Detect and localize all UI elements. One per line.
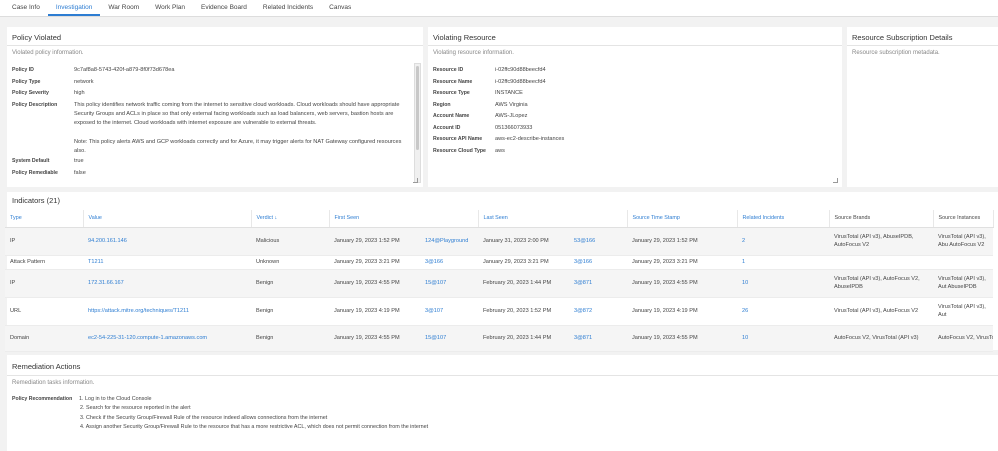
col-source-instances[interactable]: Source Instances <box>933 210 994 228</box>
col-last-seen[interactable]: Last Seen <box>478 210 628 228</box>
related-incidents-link[interactable]: 26 <box>742 308 748 314</box>
related-incidents-link[interactable]: 10 <box>742 335 748 341</box>
first-seen-link[interactable]: 15@107 <box>425 280 446 286</box>
resource-field-row: Account Name AWS-JLopez <box>433 113 528 119</box>
table-row[interactable]: IP 172.31.66.167 Benign January 19, 2023… <box>5 269 993 298</box>
first-seen-link[interactable]: 124@Playground <box>425 238 468 244</box>
policy-violated-card: Policy Violated Violated policy informat… <box>7 27 423 187</box>
resource-field-row: Resource Cloud Type aws <box>433 147 505 154</box>
indicator-value-link[interactable]: ec2-54-225-31-120.compute-1.amazonaws.co… <box>88 335 207 341</box>
col-source-brands[interactable]: Source Brands <box>829 210 934 228</box>
list-item: 1. Log in to the Cloud Console <box>79 396 152 402</box>
resource-field-row: Resource Name i-02ffc90d88beecfd4 <box>433 78 546 85</box>
tab-canvas[interactable]: Canvas <box>321 0 359 16</box>
policy-field-row: Policy Description This policy identifies… <box>12 101 402 154</box>
last-seen-link[interactable]: 3@166 <box>574 259 592 265</box>
policy-fields: Policy ID 9c7af8a8-5743-420f-a879-8f0f73d… <box>12 65 407 179</box>
policy-field-row: Policy ID 9c7af8a8-5743-420f-a879-8f0f73d… <box>12 67 175 73</box>
tab-bar: Case Info Investigation War Room Work Pl… <box>0 0 998 17</box>
subscription-details-subtitle: Resource subscription metadata. <box>852 50 940 56</box>
list-item: 2. Search for the resource reported in t… <box>80 405 191 412</box>
indicators-table: Type Value Verdict ↓ First Seen Last See… <box>5 210 994 352</box>
indicator-value-link[interactable]: 172.31.66.167 <box>88 280 124 286</box>
remediation-title: Remediation Actions <box>12 362 81 371</box>
verdict-badge: Benign <box>251 269 329 298</box>
first-seen-link[interactable]: 15@107 <box>425 335 446 341</box>
first-seen-link[interactable]: 3@166 <box>425 259 443 265</box>
verdict-badge: Benign <box>251 297 329 326</box>
indicator-value-link[interactable]: 94.200.161.146 <box>88 238 127 244</box>
verdict-badge: Malicious <box>251 227 329 256</box>
remediation-subtitle: Remediation tasks information. <box>12 380 95 386</box>
resource-field-row: Account ID 051366073933 <box>433 124 533 131</box>
tab-war-room[interactable]: War Room <box>100 0 147 16</box>
col-first-seen[interactable]: First Seen <box>329 210 479 228</box>
table-row[interactable]: Domain ec2-54-225-31-120.compute-1.amazo… <box>5 325 993 352</box>
tab-evidence-board[interactable]: Evidence Board <box>193 0 255 16</box>
last-seen-link[interactable]: 53@166 <box>574 238 595 244</box>
col-related-incidents[interactable]: Related Incidents <box>737 210 830 228</box>
resize-handle[interactable] <box>413 178 418 183</box>
first-seen-link[interactable]: 3@107 <box>425 308 443 314</box>
violating-resource-title: Violating Resource <box>433 33 496 42</box>
policy-field-row: Policy Remediable false <box>12 169 86 176</box>
policy-violated-subtitle: Violated policy information. <box>12 50 84 56</box>
table-row[interactable]: IP 94.200.161.146 Malicious January 29, … <box>5 227 993 256</box>
related-incidents-link[interactable]: 1 <box>742 259 745 265</box>
policy-recommendation-label: Policy Recommendation <box>12 396 73 402</box>
resource-field-row: Resource API Name aws-ec2-describe-instan… <box>433 136 565 142</box>
related-incidents-link[interactable]: 10 <box>742 280 748 286</box>
list-item: 3. Check if the Security Group/Firewall … <box>80 414 328 421</box>
resource-field-row: Resource Type INSTANCE <box>433 90 523 96</box>
table-row[interactable]: URL https://attack.mitre.org/techniques/… <box>5 297 993 326</box>
last-seen-link[interactable]: 3@871 <box>574 280 592 286</box>
col-type[interactable]: Type <box>5 210 84 228</box>
verdict-badge: Benign <box>251 325 329 352</box>
policy-field-row: Policy Type network <box>12 78 94 85</box>
col-source-time-stamp[interactable]: Source Time Stamp <box>627 210 738 228</box>
resource-fields: Resource ID i-02ffc90d88beecfd4 Resource … <box>433 65 838 157</box>
policy-field-row: Policy Severity high <box>12 90 85 96</box>
indicators-title: Indicators (21) <box>12 196 60 205</box>
last-seen-link[interactable]: 3@872 <box>574 308 592 314</box>
violating-resource-card: Violating Resource Violating resource in… <box>428 27 842 187</box>
indicator-value-link[interactable]: T1211 <box>88 259 103 265</box>
violating-resource-subtitle: Violating resource information. <box>433 50 514 56</box>
table-row[interactable]: Attack Pattern T1211 Unknown January 29,… <box>5 255 993 270</box>
policy-field-row: System Default true <box>12 158 84 165</box>
remediation-steps: 1. Log in to the Cloud Console 2. Search… <box>79 395 428 433</box>
policy-scrollbar[interactable] <box>414 63 421 183</box>
last-seen-link[interactable]: 3@871 <box>574 335 592 341</box>
verdict-badge: Unknown <box>251 255 329 270</box>
tab-investigation[interactable]: Investigation <box>47 0 101 16</box>
resize-handle[interactable] <box>833 178 838 183</box>
col-verdict[interactable]: Verdict ↓ <box>251 210 330 228</box>
subscription-details-card: Resource Subscription Details Resource s… <box>847 27 998 187</box>
tab-related-incidents[interactable]: Related Incidents <box>255 0 321 16</box>
policy-violated-title: Policy Violated <box>12 33 62 42</box>
tab-work-plan[interactable]: Work Plan <box>147 0 193 16</box>
resource-field-row: Region AWS Virginia <box>433 101 528 108</box>
list-item: 4. Assign another Security Group/Firewal… <box>80 424 429 431</box>
related-incidents-link[interactable]: 2 <box>742 238 745 244</box>
col-value[interactable]: Value <box>83 210 252 228</box>
resource-field-row: Resource ID i-02ffc90d88beecfd4 <box>433 67 546 73</box>
subscription-details-title: Resource Subscription Details <box>852 33 953 42</box>
indicator-value-link[interactable]: https://attack.mitre.org/techniques/T121… <box>88 308 189 314</box>
tab-case-info[interactable]: Case Info <box>4 0 48 16</box>
